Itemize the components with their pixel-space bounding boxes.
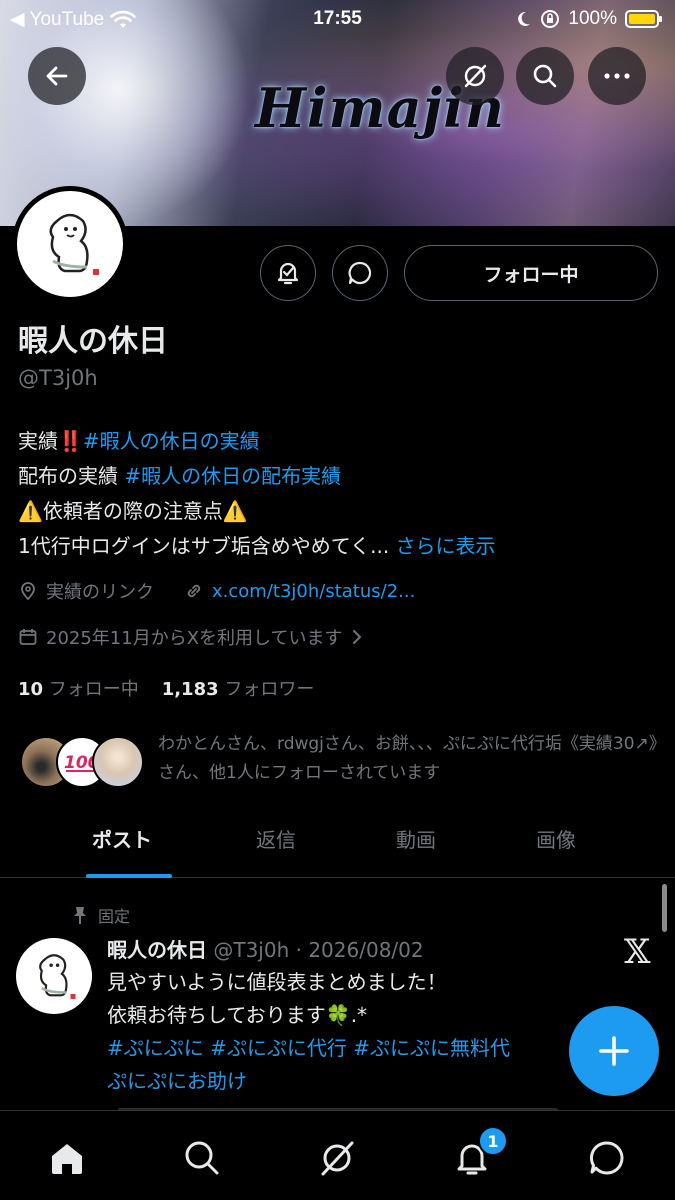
avatar-character-icon [49, 213, 99, 275]
show-more-link[interactable]: さらに表示 [396, 534, 496, 558]
profile-tabs: ポスト 返信 動画 画像 [0, 800, 675, 878]
more-button[interactable] [588, 47, 646, 105]
post-meta: @T3j0h · 2026/08/02 [213, 938, 424, 962]
following-count: 10 [18, 679, 44, 700]
followers-label: フォロワー [224, 679, 315, 700]
status-bar: ◀ YouTube 17:55 100% [0, 0, 675, 38]
tab-posts[interactable]: ポスト [92, 824, 152, 853]
post-author-name[interactable]: 暇人の休日 [107, 938, 207, 962]
back-arrow-icon [46, 66, 68, 86]
active-tab-indicator [86, 874, 172, 878]
link-icon [187, 584, 201, 598]
plus-icon [599, 1036, 629, 1066]
search-button[interactable] [516, 47, 574, 105]
double-exclamation-icon: ‼️ [58, 429, 83, 453]
bio-line-3: ⚠️依頼者の際の注意点⚠️ [18, 499, 248, 523]
hashtag-link[interactable]: #暇人の休日の実績 [83, 429, 260, 453]
bottom-navigation [0, 1110, 675, 1200]
post-line: 見やすいように値段表まとめました！ [107, 970, 447, 994]
nav-grok[interactable] [312, 1133, 362, 1183]
follow-counts: 10 フォロー中 1,183 フォロワー [18, 675, 314, 701]
bio-text: 配布の実績 [18, 464, 125, 488]
location-icon [21, 582, 35, 601]
profile-meta-row: 実績のリンク x.com/t3j0h/status/2... [18, 578, 415, 604]
chevron-right-icon [352, 630, 361, 644]
tab-images[interactable]: 画像 [536, 824, 576, 853]
post-hashtags[interactable]: #ぷにぷに #ぷにぷに代行 #ぷにぷに無料代 [107, 1032, 577, 1065]
chat-icon [590, 1141, 624, 1175]
notify-button[interactable] [260, 245, 316, 301]
grok-icon [464, 64, 487, 88]
more-icon [604, 73, 630, 79]
moon-icon [518, 11, 531, 26]
location-text: 実績のリンク [46, 582, 154, 603]
joined-row[interactable]: 2025年11月からXを利用しています [18, 624, 363, 650]
post-body[interactable]: 見やすいように値段表まとめました！ 依頼お待ちしております🍀.* #ぷにぷに #… [107, 966, 577, 1098]
x-logo-icon: 𝕏 [624, 932, 651, 972]
profile-handle: @T3j0h [18, 366, 98, 390]
followed-by-text: わかとんさん、rdwgjさん、お餅、、、ぷにぷに代行垢《実績30↗》さん、他1人… [158, 734, 658, 783]
joined-text: 2025年11月からXを利用しています [46, 628, 343, 649]
battery-percent: 100% [568, 8, 617, 29]
post-line: 依頼お待ちしております🍀.* [107, 1003, 368, 1027]
bio-line-1: 実績‼️#暇人の休日の実績 [18, 424, 658, 459]
profile-bio: 実績‼️#暇人の休日の実績 配布の実績 #暇人の休日の配布実績 ⚠️依頼者の際の… [18, 424, 658, 564]
pin-icon [74, 907, 86, 924]
avatar-character-icon [39, 954, 76, 999]
battery-icon [625, 10, 662, 28]
nav-messages[interactable] [582, 1133, 632, 1183]
bio-text: 1代行中ログインはサブ垢含めやめてく... [18, 534, 390, 558]
grok-button[interactable] [446, 47, 504, 105]
following-label: フォロー中 [48, 679, 139, 700]
notifications-badge: 1 [478, 1126, 508, 1156]
pinned-label: 固定 [72, 903, 130, 927]
search-nav-icon [185, 1141, 219, 1175]
followers-count-link[interactable]: 1,183 フォロワー [162, 679, 315, 700]
tab-videos[interactable]: 動画 [396, 824, 436, 853]
calendar-icon [19, 629, 37, 645]
scrollbar[interactable] [662, 884, 667, 932]
search-icon [533, 64, 557, 88]
bio-text: 実績 [18, 429, 58, 453]
followers-count: 1,183 [161, 679, 219, 700]
orientation-lock-icon [541, 10, 560, 28]
nav-search[interactable] [177, 1133, 227, 1183]
followed-by-row[interactable]: 100 わかとんさん、rdwgjさん、お餅、、、ぷにぷに代行垢《実績30↗》さん… [20, 730, 660, 790]
follower-avatar [92, 736, 144, 788]
profile-avatar[interactable] [12, 186, 128, 302]
back-button[interactable] [28, 47, 86, 105]
profile-name: 暇人の休日 [18, 324, 168, 359]
hashtag-link[interactable]: #暇人の休日の配布実績 [124, 464, 341, 488]
grok-nav-icon [321, 1141, 354, 1176]
home-icon [52, 1144, 82, 1174]
tab-replies[interactable]: 返信 [256, 824, 296, 853]
profile-url-link[interactable]: x.com/t3j0h/status/2... [212, 581, 415, 602]
following-count-link[interactable]: 10 フォロー中 [18, 679, 139, 700]
post-header: 暇人の休日 @T3j0h · 2026/08/02 [107, 934, 424, 963]
compose-button[interactable] [569, 1006, 659, 1096]
notify-bell-icon [277, 262, 299, 285]
message-icon [348, 261, 372, 285]
bio-line-2: 配布の実績 #暇人の休日の配布実績 [18, 459, 658, 494]
post-author-avatar[interactable] [16, 938, 92, 1014]
bio-line-4: 1代行中ログインはサブ垢含めやめてく... さらに表示 [18, 529, 658, 564]
message-button[interactable] [332, 245, 388, 301]
following-button[interactable]: フォロー中 [404, 245, 658, 301]
post-hashtags[interactable]: ぷにぷにお助け [107, 1065, 577, 1098]
nav-home[interactable] [42, 1133, 92, 1183]
pinned-text: 固定 [98, 907, 131, 926]
